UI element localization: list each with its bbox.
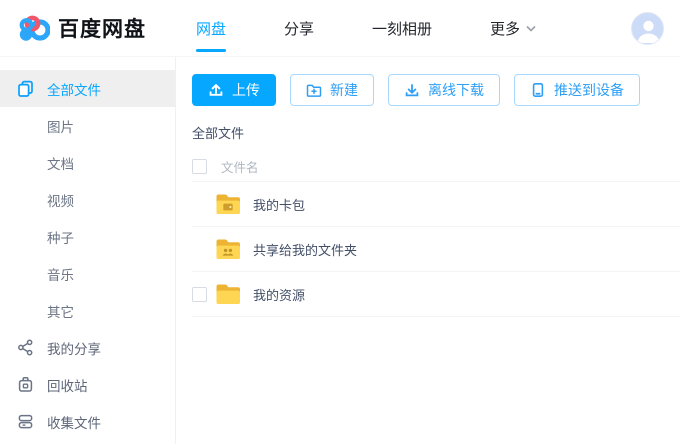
sidebar-item-others[interactable]: 其它 [0,292,175,329]
folder-shared-icon [216,239,240,259]
file-name[interactable]: 我的资源 [253,285,305,304]
file-name[interactable]: 我的卡包 [253,195,305,214]
share-icon [17,339,34,356]
folder-card-icon [216,194,240,214]
row-checkbox[interactable] [192,286,207,302]
table-row[interactable]: 我的卡包 [192,182,680,227]
upload-icon [209,84,223,96]
breadcrumb[interactable]: 全部文件 [192,123,680,142]
sidebar-item-my-shares[interactable]: 我的分享 [0,329,175,366]
app-logo[interactable]: 百度网盘 [0,12,196,44]
sidebar-item-music[interactable]: 音乐 [0,255,175,292]
sidebar-item-documents[interactable]: 文档 [0,144,175,181]
nav-tab-netdisk[interactable]: 网盘 [196,12,226,52]
device-icon [532,82,544,97]
file-list-header: 文件名 [192,152,680,182]
app-title: 百度网盘 [58,18,146,41]
top-header: 百度网盘 网盘 分享 一刻相册 更多 [0,0,680,57]
main-content: 上传 新建 离线下载 推送到设备 全部文件 文件名 我的卡包 共享给我的文件夹 … [176,57,680,444]
user-avatar[interactable] [631,11,664,45]
upload-button[interactable]: 上传 [192,74,276,106]
files-icon [17,80,34,97]
sidebar-item-collect-files[interactable]: 收集文件 [0,403,175,440]
baidu-netdisk-logo-icon [19,15,50,41]
sidebar-item-videos[interactable]: 视频 [0,181,175,218]
sidebar-item-pictures[interactable]: 图片 [0,107,175,144]
sidebar: 全部文件 图片 文档 视频 种子 音乐 其它 我的分享 回收站 收集文件 [0,57,176,444]
nav-tab-photos[interactable]: 一刻相册 [372,12,432,45]
download-icon [405,84,419,97]
new-folder-button[interactable]: 新建 [290,74,374,106]
file-name[interactable]: 共享给我的文件夹 [253,240,357,259]
sidebar-item-all-files[interactable]: 全部文件 [0,70,175,107]
collect-icon [17,413,34,430]
trash-icon [17,376,34,393]
sidebar-item-torrents[interactable]: 种子 [0,218,175,255]
sidebar-item-recycle-bin[interactable]: 回收站 [0,366,175,403]
offline-download-button[interactable]: 离线下载 [388,74,500,106]
main-nav: 网盘 分享 一刻相册 更多 [196,12,536,52]
push-to-device-button[interactable]: 推送到设备 [514,74,640,106]
active-tab-underline [196,48,226,52]
folder-plus-icon [306,84,322,97]
select-all-checkbox[interactable] [192,159,207,174]
toolbar: 上传 新建 离线下载 推送到设备 [192,74,680,106]
nav-tab-share[interactable]: 分享 [284,12,314,45]
table-row[interactable]: 我的资源 [192,272,680,317]
person-icon [637,20,660,43]
filename-column-header: 文件名 [221,161,259,175]
chevron-down-icon [526,25,536,32]
nav-tab-more[interactable]: 更多 [490,12,536,45]
folder-icon [216,284,240,304]
table-row[interactable]: 共享给我的文件夹 [192,227,680,272]
